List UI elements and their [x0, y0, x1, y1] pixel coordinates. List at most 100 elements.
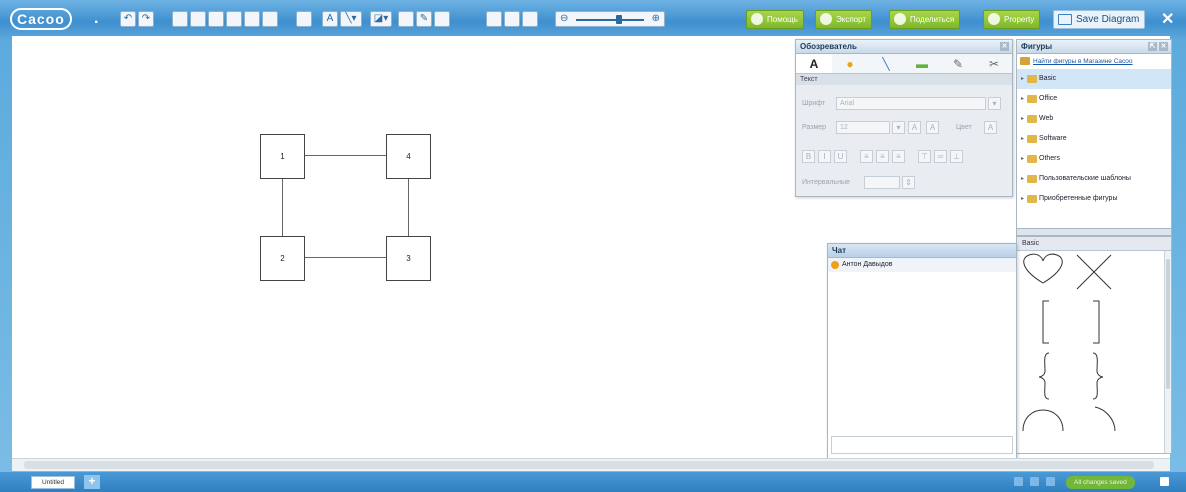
- diagram-node[interactable]: 2: [260, 236, 305, 281]
- connector-1-4[interactable]: [305, 155, 387, 156]
- edit-icon[interactable]: [1160, 477, 1169, 486]
- tab-link[interactable]: ✎: [940, 54, 976, 73]
- diagram-node[interactable]: 1: [260, 134, 305, 179]
- tab-line[interactable]: ╲: [868, 54, 904, 73]
- basic-shapes-scrollbar[interactable]: [1164, 251, 1171, 453]
- font-select[interactable]: Arial: [836, 97, 986, 110]
- category-others[interactable]: ▸ Others: [1017, 149, 1171, 169]
- color-tool-icon[interactable]: ◪▾: [370, 11, 392, 27]
- shapes-pin-icon[interactable]: ⇱: [1148, 42, 1157, 51]
- category-label: Web: [1039, 115, 1054, 122]
- group-icon[interactable]: [262, 11, 278, 27]
- font-shrink-icon[interactable]: A: [926, 121, 939, 134]
- image-tool-icon[interactable]: [398, 11, 414, 27]
- connector-1-2[interactable]: [282, 178, 283, 236]
- basic-shapes-panel: Basic: [1016, 236, 1172, 454]
- diagram-node[interactable]: 4: [386, 134, 431, 179]
- share-button[interactable]: Поделиться: [889, 10, 961, 29]
- redo-icon[interactable]: ↷: [138, 11, 154, 27]
- expand-arrow-icon: ▸: [1021, 76, 1025, 82]
- valign-bottom-icon[interactable]: ⊥: [950, 150, 963, 163]
- page-tab[interactable]: Untitled: [31, 476, 75, 489]
- text-tool-icon[interactable]: A: [322, 11, 338, 27]
- font-label: Шрифт: [802, 100, 826, 107]
- spacing-stepper-icon[interactable]: ⇕: [902, 176, 915, 189]
- tab-misc[interactable]: ✂: [976, 54, 1012, 73]
- horizontal-scrollbar[interactable]: [12, 458, 1170, 471]
- category-user-templates[interactable]: ▸ Пользовательские шаблоны: [1017, 169, 1171, 189]
- help-icon: [751, 13, 763, 25]
- valign-top-icon[interactable]: ⊤: [918, 150, 931, 163]
- expand-arrow-icon: ▸: [1021, 136, 1025, 142]
- send-back-icon[interactable]: [244, 11, 260, 27]
- spacing-input[interactable]: [864, 176, 900, 189]
- grid-toggle-icon[interactable]: [1030, 477, 1039, 486]
- copy-icon[interactable]: [190, 11, 206, 27]
- category-web[interactable]: ▸ Web: [1017, 109, 1171, 129]
- cart-icon: [1020, 57, 1030, 65]
- shapes-header[interactable]: Фигуры ⇱ ✕: [1017, 40, 1171, 54]
- shape-icon[interactable]: [296, 11, 312, 27]
- size-input[interactable]: 12: [836, 121, 890, 134]
- help-button[interactable]: Помощь: [746, 10, 804, 29]
- category-office[interactable]: ▸ Office: [1017, 89, 1171, 109]
- bold-icon[interactable]: B: [802, 150, 815, 163]
- font-grow-icon[interactable]: A: [908, 121, 921, 134]
- chat-header[interactable]: Чат: [828, 244, 1016, 258]
- connector-4-3[interactable]: [408, 178, 409, 236]
- align-icon[interactable]: [522, 11, 538, 27]
- grid-icon[interactable]: [486, 11, 502, 27]
- paste-icon[interactable]: [208, 11, 224, 27]
- layers-icon[interactable]: [1014, 477, 1023, 486]
- line-tool-icon[interactable]: ╲▾: [340, 11, 362, 27]
- diagram-node[interactable]: 3: [386, 236, 431, 281]
- chat-input[interactable]: [831, 436, 1013, 454]
- shape-store-link[interactable]: Найти фигуры в Магазине Cacoo: [1017, 54, 1171, 69]
- zoom-out-icon[interactable]: ⊖: [560, 13, 568, 24]
- pen-tool-icon[interactable]: ✎: [416, 11, 432, 27]
- inspector-header[interactable]: Обозреватель ✕: [796, 40, 1012, 54]
- tab-text[interactable]: A: [796, 54, 832, 73]
- property-label: Property: [1004, 15, 1035, 24]
- inspector-tabs: A ● ╲ ▬ ✎ ✂: [796, 54, 1012, 74]
- valign-middle-icon[interactable]: ═: [934, 150, 947, 163]
- align-center-icon[interactable]: ≡: [876, 150, 889, 163]
- align-left-icon[interactable]: ≡: [860, 150, 873, 163]
- zoom-in-icon[interactable]: ⊕: [652, 13, 660, 24]
- tab-shadow[interactable]: ▬: [904, 54, 940, 73]
- panel-splitter[interactable]: [1016, 228, 1172, 236]
- close-editor-icon[interactable]: ✕: [1161, 9, 1174, 29]
- property-button[interactable]: Property: [983, 10, 1041, 29]
- layout-icon[interactable]: [504, 11, 520, 27]
- underline-icon[interactable]: U: [834, 150, 847, 163]
- inspector-close-icon[interactable]: ✕: [1000, 42, 1009, 51]
- logo-menu-dot[interactable]: .: [94, 10, 98, 28]
- font-dropdown-icon[interactable]: ▾: [988, 97, 1001, 110]
- scroll-thumb[interactable]: [24, 461, 1154, 469]
- bring-front-icon[interactable]: [226, 11, 242, 27]
- add-page-button[interactable]: +: [84, 475, 100, 489]
- export-button[interactable]: Экспорт: [815, 10, 873, 29]
- basic-shapes-title: Basic: [1017, 237, 1171, 251]
- tab-fill[interactable]: ●: [832, 54, 868, 73]
- table-tool-icon[interactable]: [434, 11, 450, 27]
- folder-icon: [1027, 95, 1037, 103]
- fullscreen-icon[interactable]: [1046, 477, 1055, 486]
- zoom-knob[interactable]: [616, 15, 622, 24]
- cut-icon[interactable]: [172, 11, 188, 27]
- save-diagram-button[interactable]: Save Diagram: [1053, 10, 1146, 29]
- category-software[interactable]: ▸ Software: [1017, 129, 1171, 149]
- shapes-close-icon[interactable]: ✕: [1159, 42, 1168, 51]
- italic-icon[interactable]: I: [818, 150, 831, 163]
- align-right-icon[interactable]: ≡: [892, 150, 905, 163]
- text-color-icon[interactable]: A: [984, 121, 997, 134]
- category-basic[interactable]: ▸ Basic: [1017, 69, 1171, 89]
- category-purchased[interactable]: ▸ Приобретенные фигуры: [1017, 189, 1171, 209]
- scroll-thumb[interactable]: [1166, 259, 1170, 389]
- inspector-panel: Обозреватель ✕ A ● ╲ ▬ ✎ ✂ Текст Шрифт A…: [795, 39, 1013, 197]
- connector-2-3[interactable]: [305, 257, 387, 258]
- undo-icon[interactable]: ↶: [120, 11, 136, 27]
- zoom-slider[interactable]: ⊖ ⊕: [555, 11, 665, 27]
- size-dropdown-icon[interactable]: ▾: [892, 121, 905, 134]
- app-logo[interactable]: Cacoo: [10, 8, 72, 30]
